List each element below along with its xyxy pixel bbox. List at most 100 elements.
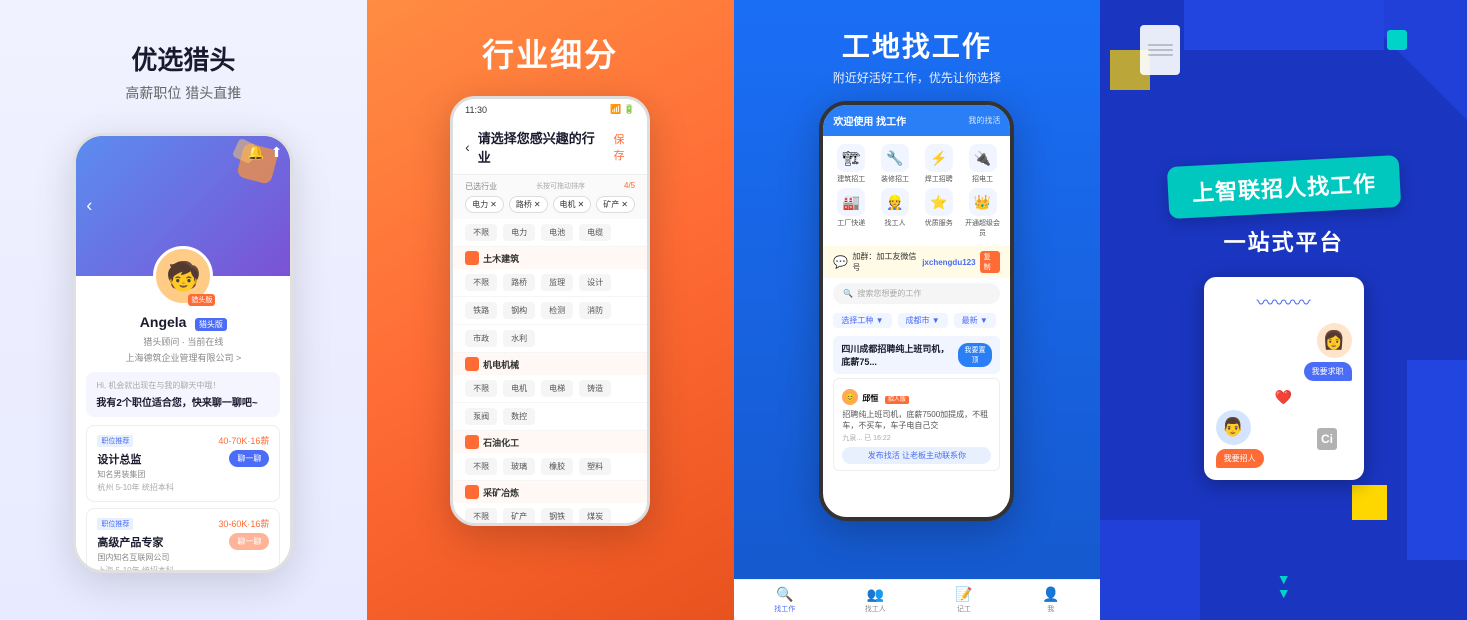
cable-tag[interactable]: 电缆: [579, 224, 611, 241]
job2-name: 邱恒: [862, 394, 878, 403]
power-row: 不限 电力 电池 电缆: [453, 219, 647, 247]
elevator-tag[interactable]: 电梯: [541, 380, 573, 397]
phone-header: ‹ 🔔 ⬆ 🧒 猎头版: [76, 136, 290, 276]
supervision-tag[interactable]: 监理: [541, 274, 573, 291]
mech-label: 机电机械: [483, 358, 519, 371]
coal-tag[interactable]: 煤炭: [579, 508, 611, 523]
publish-activity-button[interactable]: 发布找活 让老板主动联系你: [842, 447, 991, 464]
vip-label: 开通超级会员: [963, 218, 1003, 238]
job2-company: 国内知名互联网公司: [97, 552, 269, 563]
civil-category: 土木建筑: [453, 247, 647, 269]
copy-button[interactable]: 复制: [980, 251, 1001, 273]
power-tag[interactable]: 电力: [503, 224, 535, 241]
panel-construction: 工地找工作 附近好活好工作，优先让你选择 欢迎使用 找工作 我的找活 🏗 建筑招…: [734, 0, 1101, 620]
plastic-tag[interactable]: 塑料: [579, 458, 611, 475]
steel2-tag[interactable]: 钢铁: [541, 508, 573, 523]
inspection-tag[interactable]: 检测: [541, 302, 573, 319]
civil-unlimited[interactable]: 不限: [465, 274, 497, 291]
search-bar[interactable]: 🔍 搜索您想要的工作: [833, 283, 1000, 304]
casting-tag[interactable]: 铸造: [579, 380, 611, 397]
deco-teal-1: [1387, 30, 1407, 50]
petro-unlimited[interactable]: 不限: [465, 458, 497, 475]
panel-headhunter: 优选猎头 高薪职位 猎头直推 ‹ 🔔 ⬆ 🧒 猎头版 Angela 猎头版: [0, 0, 367, 620]
job2-meta: 上海 5-10年 统招本科: [97, 565, 269, 573]
steel-tag[interactable]: 钢构: [503, 302, 535, 319]
electrician-icon: 🔌: [969, 144, 997, 172]
chat-content: 我有2个职位适合您，快来聊一聊吧~: [96, 394, 270, 409]
selected-section: 已选行业 长按可拖动排序 4/5 电力 ✕ 路桥 ✕ 电机 ✕ 矿产 ✕: [453, 175, 647, 219]
person2-message[interactable]: 我要招人: [1216, 449, 1264, 468]
filter-row: 选择工种 ▼ 成都市 ▼ 最新 ▼: [823, 309, 1010, 332]
person2-avatar: 👨: [1216, 410, 1251, 445]
icon-quality[interactable]: ⭐ 优质服务: [919, 188, 959, 238]
design-tag[interactable]: 设计: [579, 274, 611, 291]
mining-label: 采矿冶炼: [483, 486, 519, 499]
document-decoration: [1140, 25, 1180, 75]
motor-tag[interactable]: 电机: [503, 380, 535, 397]
icon-worker[interactable]: 👷 找工人: [875, 188, 915, 238]
panel-zhilian: 上智联招人找工作 一站式平台 〰〰〰 👩 我要求职 ❤️ 👨 我要招人: [1100, 0, 1467, 620]
selected-tag-power[interactable]: 电力 ✕: [465, 196, 504, 213]
municipal-tag[interactable]: 市政: [465, 330, 497, 347]
person1-message[interactable]: 我要求职: [1304, 362, 1352, 381]
hydraulic-tag[interactable]: 水利: [503, 330, 535, 347]
person1-chat-area: 👩 我要求职: [1216, 323, 1352, 381]
selected-tag-mining[interactable]: 矿产 ✕: [596, 196, 635, 213]
screen-title: 请选择您感兴趣的行业: [478, 128, 606, 166]
job2-chat-button[interactable]: 聊一聊: [229, 533, 269, 550]
civil-row1: 不限 路桥 监理 设计: [453, 269, 647, 297]
person1-avatar: 👩: [1317, 323, 1352, 358]
filter-sort[interactable]: 最新 ▼: [954, 313, 996, 328]
job-apply-button[interactable]: 我要置顶: [958, 343, 993, 367]
icon-welder[interactable]: ⚡ 焊工招聘: [919, 144, 959, 184]
road-tag[interactable]: 路桥: [503, 274, 535, 291]
factory-label: 工厂快递: [837, 218, 865, 228]
filter-city[interactable]: 成都市 ▼: [898, 313, 948, 328]
panel-industry: 行业细分 11:30 📶 🔋 ‹ 请选择您感兴趣的行业 保存 已选行业 长按可拖…: [367, 0, 734, 620]
back-icon[interactable]: ‹: [86, 196, 92, 217]
back-button-2[interactable]: ‹: [465, 139, 470, 155]
search-icon: 🔍: [843, 289, 853, 298]
icon-electrician[interactable]: 🔌 招电工: [963, 144, 1003, 184]
profile-section: Angela 猎头版 猎头顾问 · 当前在线 上海德筑企业管理有限公司 >: [76, 314, 290, 364]
save-button[interactable]: 保存: [614, 131, 636, 163]
mech-unlimited[interactable]: 不限: [465, 380, 497, 397]
icon-renovation[interactable]: 🔧 装修招工: [875, 144, 915, 184]
quality-icon: ⭐: [925, 188, 953, 216]
title-line1: 上智联招人找工作: [1191, 171, 1376, 206]
icon-construction[interactable]: 🏗 建筑招工: [831, 144, 871, 184]
railway-tag[interactable]: 铁路: [465, 302, 497, 319]
mining-unlimited[interactable]: 不限: [465, 508, 497, 523]
petro-row: 不限 玻璃 橡胶 塑料: [453, 453, 647, 481]
job2-tag: 职位推荐: [97, 518, 133, 530]
pump-tag[interactable]: 泵阀: [465, 408, 497, 425]
selected-tag-road[interactable]: 路桥 ✕: [509, 196, 548, 213]
notification-icon[interactable]: 🔔: [247, 144, 264, 161]
selected-hint: 长按可拖动排序: [536, 181, 585, 192]
icon-vip[interactable]: 👑 开通超级会员: [963, 188, 1003, 238]
job2-title: 高级产品专家: [97, 534, 163, 550]
vip-icon: 👑: [969, 188, 997, 216]
construction-icon: 🏗: [837, 144, 865, 172]
deco-yellow-2: [1352, 485, 1387, 520]
fire-tag[interactable]: 消防: [579, 302, 611, 319]
battery-tag[interactable]: 电池: [541, 224, 573, 241]
upload-icon[interactable]: ⬆: [271, 144, 283, 161]
signal-icons: 📶 🔋: [610, 104, 635, 115]
filter-job-type[interactable]: 选择工种 ▼: [833, 313, 891, 328]
power-unlimited[interactable]: 不限: [465, 224, 497, 241]
cnc-tag[interactable]: 数控: [503, 408, 535, 425]
job-listing-1: 四川成都招聘纯上班司机，底薪75... 我要置顶: [833, 336, 1000, 374]
panel3-subtitle: 附近好活好工作，优先让你选择: [833, 69, 1001, 86]
user-avatar: 🧒 猎头版: [153, 246, 213, 306]
selected-tag-motor[interactable]: 电机 ✕: [553, 196, 592, 213]
phone3-title: 欢迎使用 找工作: [833, 113, 906, 128]
wechat-id[interactable]: jxchengdu123: [922, 258, 975, 267]
ore-tag[interactable]: 矿产: [503, 508, 535, 523]
glass-tag[interactable]: 玻璃: [503, 458, 535, 475]
phone3-right: 我的找活: [968, 115, 1000, 126]
job1-chat-button[interactable]: 聊一聊: [229, 450, 269, 467]
rubber-tag[interactable]: 橡胶: [541, 458, 573, 475]
job-listing-1-title: 四川成都招聘纯上班司机，底薪75...: [841, 342, 957, 368]
icon-factory[interactable]: 🏭 工厂快递: [831, 188, 871, 238]
